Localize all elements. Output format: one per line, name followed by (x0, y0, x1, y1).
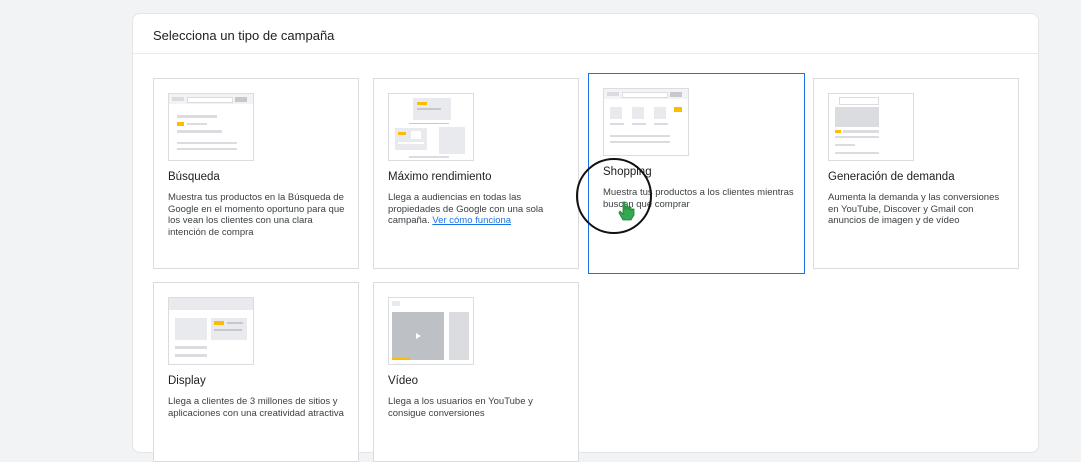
hand-cursor-icon (618, 201, 635, 221)
card-description: Llega a audiencias en todas las propieda… (388, 192, 544, 226)
card-description: Muestra tus productos en la Búsqueda de … (168, 192, 345, 238)
card-description: Llega a los usuarios en YouTube y consig… (388, 396, 533, 419)
performance-illustration (388, 93, 474, 161)
demand-gen-illustration (828, 93, 914, 161)
card-title: Búsqueda (168, 171, 220, 183)
card-title: Generación de demanda (828, 171, 955, 183)
display-illustration (168, 297, 254, 365)
shopping-illustration (603, 88, 689, 156)
play-icon (416, 333, 421, 339)
campaign-card-generacion-demanda[interactable]: Generación de demanda Aumenta la demanda… (813, 78, 1019, 269)
card-title: Display (168, 375, 206, 387)
panel-title: Selecciona un tipo de campaña (133, 14, 1038, 54)
card-description: Llega a clientes de 3 millones de sitios… (168, 396, 344, 419)
card-description: Aumenta la demanda y las conversiones en… (828, 192, 1000, 226)
campaign-card-display[interactable]: Display Llega a clientes de 3 millones d… (153, 282, 359, 462)
card-title: Vídeo (388, 375, 419, 387)
campaign-type-panel: Selecciona un tipo de campaña Búsqueda M… (132, 13, 1039, 462)
cursor-highlight (576, 158, 652, 234)
campaign-card-busqueda[interactable]: Búsqueda Muestra tus productos en la Bús… (153, 78, 359, 269)
campaign-card-video[interactable]: Vídeo Llega a los usuarios en YouTube y … (373, 282, 579, 462)
card-title: Máximo rendimiento (388, 171, 492, 183)
video-illustration (388, 297, 474, 365)
search-illustration (168, 93, 254, 161)
campaign-card-maximo-rendimiento[interactable]: Máximo rendimiento Llega a audiencias en… (373, 78, 579, 269)
learn-more-link[interactable]: Ver cómo funciona (432, 215, 511, 226)
